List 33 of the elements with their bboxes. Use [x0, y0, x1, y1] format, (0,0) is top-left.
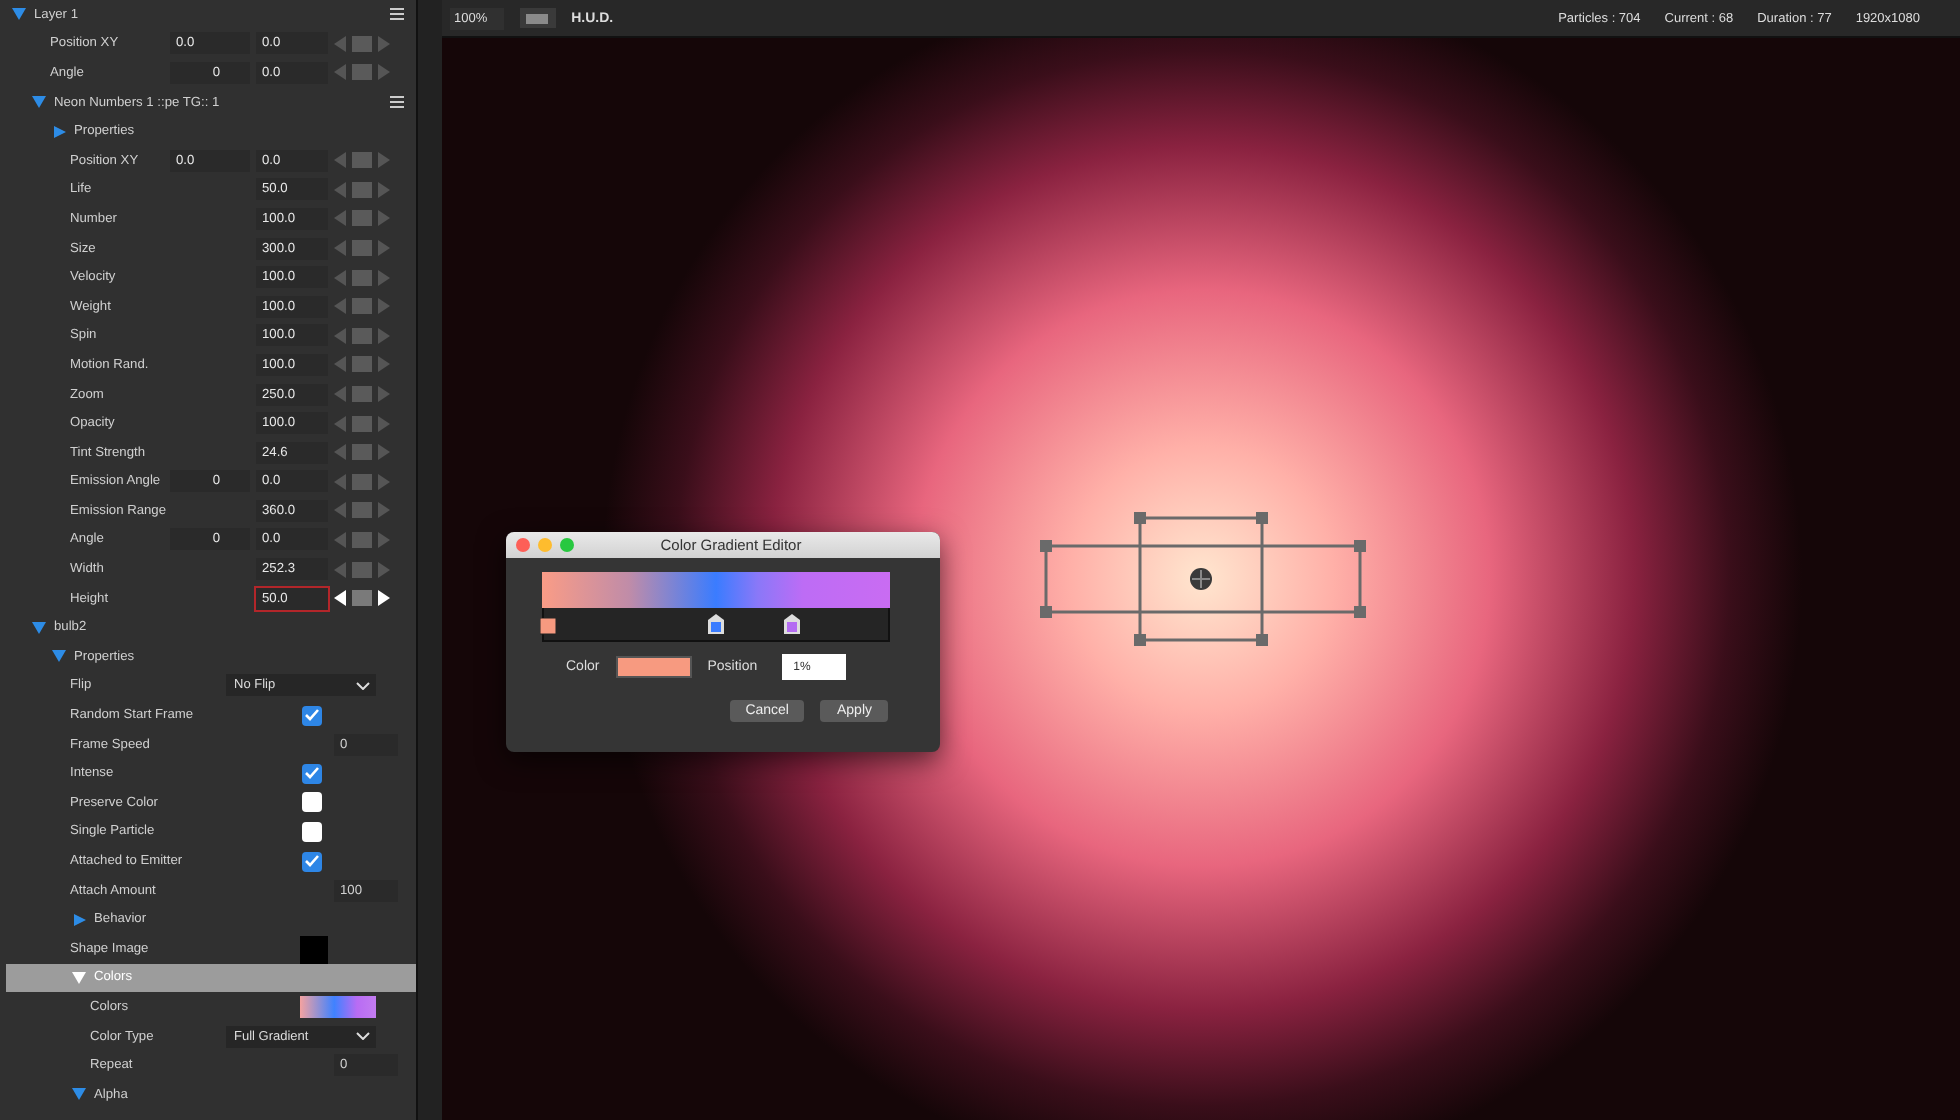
color-swatch[interactable] [300, 936, 328, 964]
collapse-triangle-icon[interactable] [72, 971, 86, 984]
collapse-triangle-icon[interactable] [32, 621, 46, 634]
transform-box-drawing[interactable] [1040, 512, 1366, 646]
expand-triangle-icon[interactable] [52, 125, 66, 138]
collapse-triangle-icon[interactable] [32, 96, 46, 109]
collapse-triangle-icon[interactable] [12, 8, 26, 21]
gradient-stop-icon[interactable] [708, 614, 724, 634]
expand-triangle-icon[interactable] [72, 913, 86, 926]
menu-icon[interactable] [390, 96, 404, 109]
checkmark-icon [304, 766, 320, 781]
menu-icon[interactable] [390, 8, 404, 21]
color-swatch[interactable] [615, 656, 692, 678]
chevron-down-icon [356, 681, 370, 690]
checkmark-icon [304, 708, 320, 723]
gradient-swatch[interactable] [300, 995, 376, 1018]
gradient-stop-icon[interactable] [539, 618, 556, 638]
collapse-triangle-icon[interactable] [72, 1088, 86, 1101]
display-button[interactable] [519, 8, 556, 28]
crosshair-icon[interactable] [1190, 568, 1212, 590]
maximize-button[interactable] [560, 538, 574, 552]
checkbox[interactable] [302, 792, 322, 813]
checkbox[interactable] [302, 705, 322, 726]
collapse-triangle-icon[interactable] [52, 650, 66, 663]
scrollbar[interactable] [416, 0, 442, 1120]
checkbox[interactable] [302, 821, 322, 842]
minimize-button[interactable] [538, 538, 552, 552]
checkmark-icon [304, 854, 320, 869]
chevron-down-icon [356, 1032, 370, 1041]
checkbox[interactable] [302, 851, 322, 872]
gradient-stop-icon[interactable] [783, 614, 800, 634]
close-button[interactable] [516, 538, 530, 552]
checkbox[interactable] [302, 763, 322, 784]
